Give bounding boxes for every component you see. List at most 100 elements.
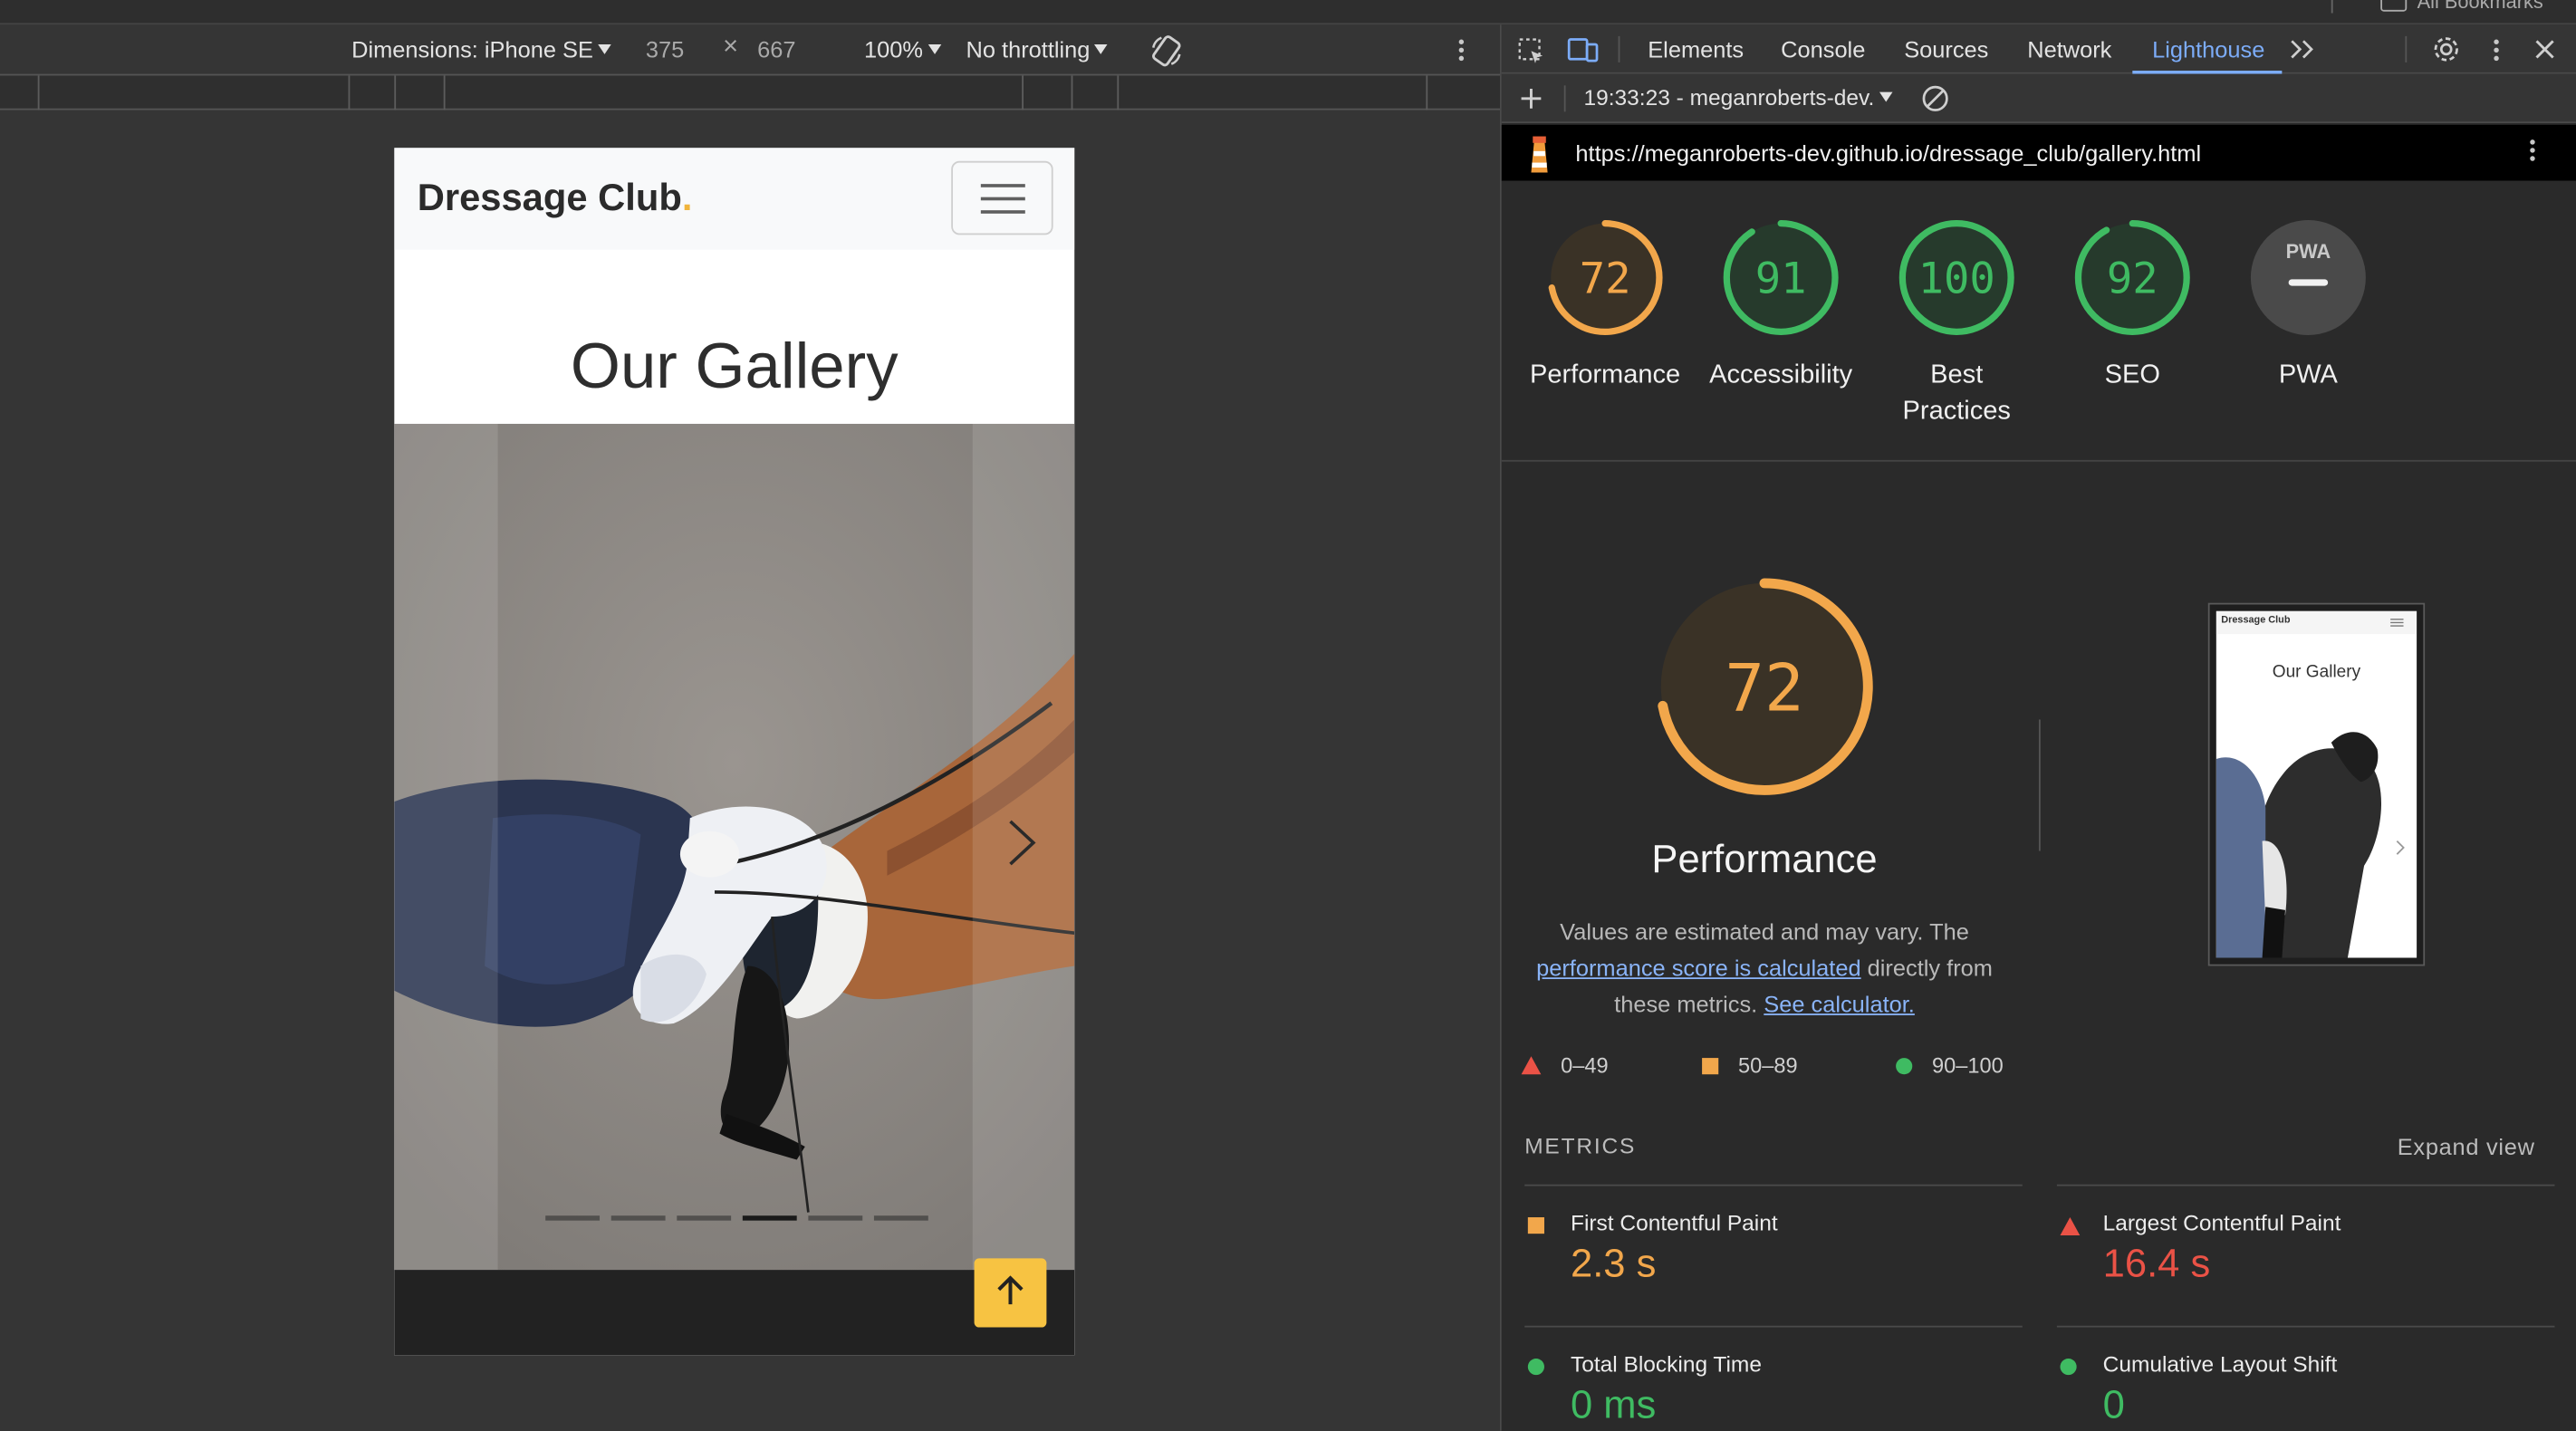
gauge-label: Performance <box>1530 361 1681 389</box>
performance-description: Values are estimated and may vary. The p… <box>1534 913 1994 1022</box>
gallery-carousel[interactable] <box>394 423 1075 1271</box>
folder-icon <box>2380 0 2408 11</box>
caret-down-icon <box>1094 43 1109 54</box>
gallery-title: Our Gallery <box>570 331 899 403</box>
bookmarks-button[interactable]: All Bookmarks <box>2380 0 2543 14</box>
site-navbar: Dressage Club. <box>394 148 1075 250</box>
pwa-badge-text: PWA <box>2286 240 2331 263</box>
metrics-heading: METRICS <box>1524 1133 1637 1158</box>
legend-average-label: 50–89 <box>1738 1052 1798 1078</box>
metric-name: Total Blocking Time <box>1570 1351 1762 1377</box>
desc-text-2: directly from <box>1867 954 1993 981</box>
triangle-icon <box>1521 1056 1542 1075</box>
metric-value: 0 ms <box>1570 1383 1657 1428</box>
brand-dot: . <box>681 176 693 219</box>
dimensions-dropdown[interactable]: Dimensions: iPhone SE <box>351 36 611 62</box>
gauge-ring: 92 <box>2074 220 2190 336</box>
carousel-prev-area[interactable] <box>394 423 498 1271</box>
devtools-panel: Elements Console Sources Network Lightho… <box>1499 24 2576 1431</box>
gauge-ring: 91 <box>1723 220 1839 336</box>
menu-toggle-button[interactable] <box>951 160 1053 235</box>
arrow-up-icon <box>997 1275 1024 1305</box>
plus-icon[interactable] <box>1520 87 1543 110</box>
carousel-indicator[interactable] <box>873 1215 928 1221</box>
report-url[interactable]: https://meganroberts-dev.github.io/dress… <box>1575 139 2201 166</box>
report-select[interactable]: 19:33:23 - meganroberts-dev. <box>1584 85 1893 110</box>
times-sign: × <box>723 33 739 62</box>
rotate-icon[interactable] <box>1149 33 1185 73</box>
section-divider <box>1501 459 2576 462</box>
media-query-ruler <box>0 73 1500 110</box>
carousel-indicator[interactable] <box>610 1215 666 1221</box>
dash-icon <box>2288 279 2329 286</box>
carousel-indicators <box>545 1215 928 1221</box>
site-brand[interactable]: Dressage Club. <box>418 176 693 220</box>
inspect-element-icon[interactable] <box>1516 36 1546 66</box>
zoom-dropdown[interactable]: 100% <box>864 36 941 62</box>
desc-text-3: these metrics. <box>1614 990 1758 1017</box>
report-url-bar: https://meganroberts-dev.github.io/dress… <box>1501 124 2576 181</box>
metric-name: First Contentful Paint <box>1570 1210 1778 1235</box>
desc-text-1: Values are estimated and may vary. The <box>1560 917 1969 945</box>
carousel-indicator[interactable] <box>742 1215 797 1221</box>
site-footer <box>394 1270 1075 1356</box>
tab-console[interactable]: Console <box>1781 36 1865 62</box>
devtools-menu-icon[interactable] <box>2494 39 2500 64</box>
lighthouse-report: 72 Performance 91 Accessibility 100 Best Prac… <box>1501 180 2576 1431</box>
triangle-icon <box>2060 1217 2081 1235</box>
dimensions-label: Dimensions: iPhone SE <box>351 35 593 62</box>
tab-network[interactable]: Network <box>2027 36 2111 62</box>
back-to-top-button[interactable] <box>974 1258 1047 1328</box>
carousel-indicator[interactable] <box>808 1215 863 1221</box>
chevron-right-icon[interactable] <box>1005 818 1038 867</box>
score-value: 91 <box>1755 255 1807 304</box>
gauge-ring: PWA <box>2250 220 2366 336</box>
expand-view-button[interactable]: Expand view <box>2398 1134 2535 1160</box>
legend-fail-label: 0–49 <box>1561 1052 1609 1078</box>
close-icon[interactable] <box>2533 38 2556 61</box>
tab-sources[interactable]: Sources <box>1904 36 1988 62</box>
metric-name: Largest Contentful Paint <box>2102 1210 2341 1235</box>
circle-icon <box>1527 1359 1544 1376</box>
more-tabs-icon[interactable] <box>2289 40 2315 60</box>
gear-icon[interactable] <box>2431 34 2461 64</box>
legend-pass-label: 90–100 <box>1932 1052 2004 1078</box>
thumb-title: Our Gallery <box>2272 661 2361 682</box>
metric-value: 16.4 s <box>2102 1242 2211 1287</box>
gauge-label: PWA <box>2278 361 2338 389</box>
final-screenshot[interactable]: Dressage Club Our Gallery <box>2207 602 2426 966</box>
vertical-separator <box>2038 719 2041 851</box>
see-calculator-link[interactable]: See calculator. <box>1764 991 1915 1017</box>
brand-text: Dressage Club <box>417 176 682 219</box>
performance-gauge-large: 72 <box>1656 578 1873 795</box>
width-input[interactable]: 375 <box>646 36 684 62</box>
carousel-indicator[interactable] <box>545 1215 601 1221</box>
legend-pass: 90–100 <box>1896 1053 2004 1078</box>
score-value: 72 <box>1725 650 1803 726</box>
metric-value: 2.3 s <box>1570 1242 1657 1287</box>
gauge-ring: 100 <box>1898 220 2014 336</box>
carousel-indicator[interactable] <box>677 1215 732 1221</box>
circle-icon <box>2060 1359 2077 1376</box>
height-input[interactable]: 667 <box>757 36 795 62</box>
tab-lighthouse[interactable]: Lighthouse <box>2152 36 2264 62</box>
device-toolbar-icon[interactable] <box>1567 36 1600 66</box>
score-value: 100 <box>1918 255 1995 304</box>
lighthouse-icon <box>1531 136 1548 173</box>
score-calculated-link[interactable]: performance score is calculated <box>1536 955 1861 981</box>
more-options-icon[interactable] <box>1458 39 1466 64</box>
gauge-label: Accessibility <box>1709 361 1853 389</box>
throttle-dropdown[interactable]: No throttling <box>966 36 1109 62</box>
thumb-brand: Dressage Club <box>2221 616 2291 627</box>
gauge-label: Best Practices <box>1902 361 2011 426</box>
score-value: 92 <box>2107 255 2158 304</box>
caret-down-icon <box>928 43 941 54</box>
thumb-photo <box>2216 709 2417 958</box>
square-icon <box>1702 1057 1719 1074</box>
screen-root: All Bookmarks Dimensions: iPhone SE 375 … <box>0 0 2576 1431</box>
legend-average: 50–89 <box>1702 1052 1798 1078</box>
clear-icon[interactable] <box>1920 84 1950 114</box>
report-menu-icon[interactable] <box>2530 139 2536 164</box>
metric-name: Cumulative Layout Shift <box>2102 1351 2338 1377</box>
tab-elements[interactable]: Elements <box>1648 36 1744 62</box>
